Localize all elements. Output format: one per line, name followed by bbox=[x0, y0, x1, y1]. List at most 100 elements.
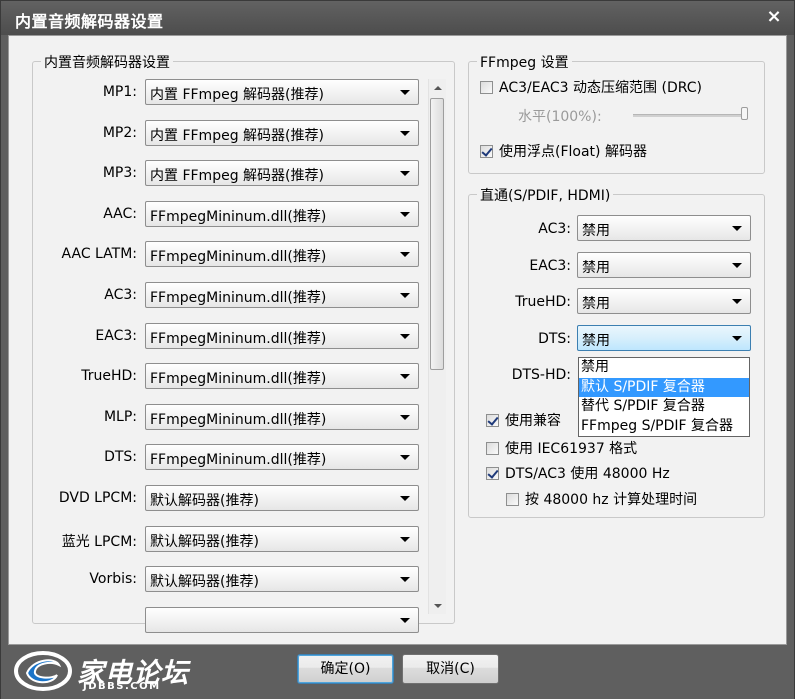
passthrough-option-checkbox[interactable]: 使用兼容 bbox=[486, 410, 561, 430]
chevron-down-icon bbox=[400, 496, 410, 501]
passthrough-option-label: 使用 IEC61937 格式 bbox=[505, 441, 638, 457]
decoder-select-value: 默认解码器(推荐) bbox=[150, 533, 259, 550]
chevron-down-icon bbox=[400, 536, 410, 542]
decoder-select-value: FFmpegMininum.dll(推荐) bbox=[150, 411, 327, 428]
close-icon[interactable]: × bbox=[764, 6, 784, 28]
passthrough-option-checkbox[interactable]: 使用 IEC61937 格式 bbox=[486, 438, 637, 458]
decoder-row-label: AAC: bbox=[103, 205, 137, 222]
scroll-down-button[interactable] bbox=[429, 597, 446, 614]
decoder-select-value: FFmpegMininum.dll(推荐) bbox=[150, 330, 327, 347]
passthrough-row-label: DTS: bbox=[538, 331, 571, 347]
scroll-thumb[interactable] bbox=[430, 98, 444, 370]
decoder-row-label: DVD LPCM: bbox=[58, 490, 137, 506]
decoder-select[interactable]: FFmpegMininum.dll(推荐) bbox=[145, 363, 419, 390]
chevron-down-icon bbox=[400, 90, 410, 95]
decoder-row-label: MP1: bbox=[102, 84, 137, 100]
chevron-down-icon bbox=[400, 455, 410, 461]
chevron-down-icon bbox=[400, 171, 410, 177]
passthrough-option-checkbox-box[interactable] bbox=[506, 492, 519, 506]
chevron-down-icon bbox=[400, 617, 410, 623]
decoder-row-label: MP2: bbox=[102, 124, 137, 141]
passthrough-select-value: 禁用 bbox=[582, 260, 610, 276]
ffmpeg-settings-group-title: FFmpeg 设置 bbox=[477, 52, 572, 72]
jdbbs-logo: 家电论坛 JDBBS.COM bbox=[13, 649, 213, 697]
decoder-select-value: FFmpegMininum.dll(推荐) bbox=[150, 452, 327, 469]
passthrough-select[interactable]: 禁用 bbox=[577, 252, 751, 278]
passthrough-option-checkbox-box[interactable] bbox=[486, 441, 499, 455]
decoder-row-label: MLP: bbox=[103, 408, 137, 425]
passthrough-option-checkbox-box[interactable] bbox=[486, 413, 499, 427]
decoder-select[interactable]: 内置 FFmpeg 解码器(推荐) bbox=[145, 79, 419, 105]
scroll-up-icon bbox=[433, 85, 442, 90]
dropdown-option[interactable]: 默认 S/PDIF 复合器 bbox=[579, 377, 749, 397]
dialog-window: 内置音频解码器设置 × 内置音频解码器设置 MP1: 内置 FFmpeg 解码器(… bbox=[0, 0, 795, 699]
decoder-list-scrollbar[interactable] bbox=[428, 79, 446, 614]
drc-label: AC3/EAC3 动态压缩范围 (DRC) bbox=[499, 80, 702, 96]
chevron-down-icon bbox=[400, 333, 410, 339]
drc-checkbox[interactable]: AC3/EAC3 动态压缩范围 (DRC) bbox=[480, 77, 702, 97]
decoder-select[interactable]: 默认解码器(推荐) bbox=[145, 566, 419, 593]
decoder-row-label: MP3: bbox=[102, 165, 137, 182]
passthrough-option-checkbox-box[interactable] bbox=[486, 466, 499, 480]
chevron-down-icon bbox=[732, 336, 742, 341]
decoder-select[interactable]: FFmpegMininum.dll(推荐) bbox=[145, 444, 419, 471]
window-title: 内置音频解码器设置 bbox=[15, 12, 164, 31]
chevron-down-icon bbox=[732, 226, 742, 231]
passthrough-row-label: DTS-HD: bbox=[511, 367, 571, 383]
passthrough-option-checkbox[interactable]: DTS/AC3 使用 48000 Hz bbox=[486, 463, 670, 483]
decoder-select[interactable]: FFmpegMininum.dll(推荐) bbox=[145, 322, 419, 349]
decoder-select[interactable]: FFmpegMininum.dll(推荐) bbox=[145, 241, 419, 268]
passthrough-select-value: 禁用 bbox=[582, 333, 610, 349]
builtin-audio-decoder-group-title: 内置音频解码器设置 bbox=[41, 52, 173, 72]
chevron-down-icon bbox=[400, 130, 410, 136]
passthrough-option-label: 按 48000 hz 计算处理时间 bbox=[525, 492, 698, 508]
ok-button[interactable]: 确定(O) bbox=[297, 654, 394, 684]
level-slider-track[interactable] bbox=[633, 114, 747, 117]
passthrough-option-checkbox[interactable]: 按 48000 hz 计算处理时间 bbox=[506, 489, 697, 509]
cancel-button[interactable]: 取消(C) bbox=[402, 654, 499, 684]
scroll-down-icon bbox=[433, 603, 442, 608]
dropdown-option[interactable]: FFmpeg S/PDIF 复合器 bbox=[579, 417, 749, 436]
decoder-select[interactable] bbox=[145, 606, 419, 633]
drc-checkbox-box[interactable] bbox=[480, 80, 493, 94]
decoder-select[interactable]: 默认解码器(推荐) bbox=[145, 485, 419, 511]
decoder-row-label: 蓝光 LPCM: bbox=[61, 533, 137, 550]
dropdown-option[interactable]: 禁用 bbox=[579, 358, 749, 377]
passthrough-row-label: TrueHD: bbox=[515, 294, 571, 310]
decoder-select-value: FFmpegMininum.dll(推荐) bbox=[150, 249, 327, 266]
passthrough-select[interactable]: 禁用 bbox=[577, 215, 751, 241]
passthrough-row-label: AC3: bbox=[538, 221, 571, 237]
chevron-down-icon bbox=[400, 293, 410, 298]
dropdown-option[interactable]: 替代 S/PDIF 复合器 bbox=[579, 397, 749, 416]
passthrough-row-label: EAC3: bbox=[529, 258, 571, 274]
decoder-row-label: TrueHD: bbox=[81, 368, 137, 385]
decoder-select[interactable]: 内置 FFmpeg 解码器(推荐) bbox=[145, 160, 419, 187]
decoder-select[interactable]: FFmpegMininum.dll(推荐) bbox=[145, 282, 419, 308]
passthrough-select[interactable]: 禁用 bbox=[577, 288, 751, 314]
decoder-row-label: EAC3: bbox=[95, 327, 137, 344]
decoder-select[interactable]: 默认解码器(推荐) bbox=[145, 525, 419, 552]
decoder-row-label: DTS: bbox=[104, 449, 137, 466]
dts-dropdown-list[interactable]: 禁用 默认 S/PDIF 复合器 替代 S/PDIF 复合器 FFmpeg S/PDI… bbox=[578, 357, 750, 437]
decoder-select-value: FFmpegMininum.dll(推荐) bbox=[150, 208, 327, 225]
level-slider-thumb[interactable] bbox=[741, 107, 748, 120]
scroll-up-button[interactable] bbox=[429, 79, 446, 96]
passthrough-select-value: 禁用 bbox=[582, 223, 610, 239]
float-decoder-checkbox-box[interactable] bbox=[480, 144, 493, 158]
jdbbs-logo-icon bbox=[14, 651, 72, 691]
passthrough-select[interactable]: 禁用 bbox=[577, 325, 751, 351]
chevron-down-icon bbox=[400, 374, 410, 380]
decoder-select[interactable]: 内置 FFmpeg 解码器(推荐) bbox=[145, 119, 419, 146]
decoder-row-label: AAC LATM: bbox=[61, 246, 137, 263]
chevron-down-icon bbox=[400, 252, 410, 258]
decoder-row-label: Vorbis: bbox=[89, 571, 137, 588]
decoder-select[interactable]: FFmpegMininum.dll(推荐) bbox=[145, 403, 419, 430]
passthrough-group-title: 直通(S/PDIF, HDMI) bbox=[477, 185, 614, 205]
chevron-down-icon bbox=[732, 263, 742, 268]
float-decoder-checkbox[interactable]: 使用浮点(Float) 解码器 bbox=[480, 141, 647, 161]
decoder-select-value: FFmpegMininum.dll(推荐) bbox=[150, 371, 327, 388]
logo-text-en: JDBBS.COM bbox=[83, 681, 161, 692]
title-bar[interactable]: 内置音频解码器设置 × bbox=[1, 1, 794, 35]
float-decoder-label: 使用浮点(Float) 解码器 bbox=[499, 144, 647, 160]
decoder-select[interactable]: FFmpegMininum.dll(推荐) bbox=[145, 200, 419, 227]
